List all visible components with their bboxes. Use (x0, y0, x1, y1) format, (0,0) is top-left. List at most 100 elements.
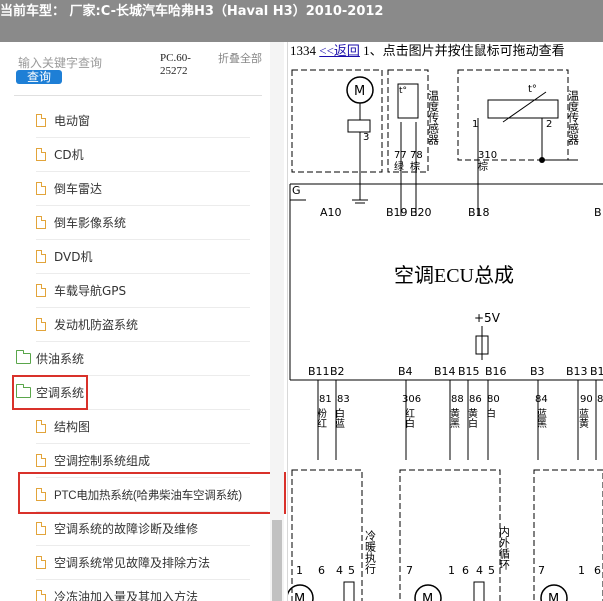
motor-label: M (354, 84, 365, 99)
tree-item[interactable]: CD机 (36, 138, 250, 172)
tree-item[interactable]: 冷冻油加入量及其加入方法 (36, 580, 250, 601)
document-icon (36, 114, 46, 127)
pin-label: B (594, 206, 602, 219)
drag-hint: 1、点击图片并按住鼠标可拖动查看 (363, 43, 565, 58)
wire-code: 84 (535, 394, 548, 405)
wire-color: 白 (484, 407, 495, 418)
potentiometer-icon (343, 581, 355, 601)
sensor-label: 温度传感器 (567, 90, 580, 146)
document-icon (36, 148, 46, 161)
wire-code: 81 (319, 394, 332, 405)
pin-label: B11 (308, 365, 330, 378)
wire-color: 蓝黄 (577, 408, 589, 429)
wiring-diagram[interactable]: M 3 t° 温度传感器 77 78 绿 棕 t° 1 2 310 棕 温度传感… (288, 60, 603, 601)
tree-folder-fuel-system[interactable]: 供油系统 (16, 342, 250, 376)
pin-number: 7 (406, 564, 413, 577)
motor-label: M (548, 592, 559, 601)
actuator-label: 内外循环 (498, 525, 511, 570)
pin-label: B18 (468, 206, 490, 219)
pin-number: 1 (578, 564, 585, 577)
pin-number: 6 (318, 564, 325, 577)
wire-code: 90 (580, 394, 593, 405)
scrollbar-track[interactable] (270, 42, 284, 601)
ecu-title: 空调ECU总成 (394, 264, 514, 287)
wire-color: 粉红 (315, 407, 327, 428)
pin-number: 1 (472, 119, 478, 130)
pin-number: 6 (462, 564, 469, 577)
pin-number: 1 (296, 564, 303, 577)
motor-label: M (422, 592, 433, 601)
window-title: 当前车型： 厂家:C-长城汽车哈弗H3（Haval H3）2010-2012 (0, 4, 384, 19)
document-icon (36, 250, 46, 263)
tree-item[interactable]: DVD机 (36, 240, 250, 274)
thermistor-symbol: t° (399, 86, 407, 96)
supply-label: +5V (474, 311, 501, 325)
connector (347, 119, 371, 133)
actuator-frame (533, 469, 603, 601)
wire-code: 80 (487, 394, 500, 405)
viewer-header: 1334 <<返回 1、点击图片并按住鼠标可拖动查看 (290, 42, 565, 60)
sidebar: 查询 PC.60-25272 折叠全部 电动窗 CD机 倒车雷达 倒车影像系统 … (0, 42, 288, 601)
wire-code: 77 (394, 150, 407, 161)
document-icon (36, 556, 46, 569)
tree-item[interactable]: 空调系统的故障诊断及维修 (36, 512, 250, 546)
window-titlebar: 当前车型： 厂家:C-长城汽车哈弗H3（Haval H3）2010-2012 (0, 0, 603, 42)
pin-label: B19 (386, 206, 408, 219)
thermistor-symbol: t° (528, 84, 537, 95)
pin-number: 4 (336, 564, 343, 577)
pin-number: 5 (348, 564, 355, 577)
tree-item[interactable]: 车载导航GPS (36, 274, 250, 308)
pin-number: 2 (546, 119, 552, 130)
document-icon (36, 522, 46, 535)
pin-label: B14 (434, 365, 456, 378)
document-icon (36, 454, 46, 467)
wire-code: 8 (597, 394, 603, 405)
wire-code: 86 (469, 394, 482, 405)
motor-label: M (294, 592, 305, 601)
pin-label: B16 (485, 365, 507, 378)
pin-label: B3 (530, 365, 545, 378)
page-number: 1334 (290, 43, 316, 58)
document-icon (36, 590, 46, 601)
pin-label: A10 (320, 206, 342, 219)
wire-color: 蓝黑 (535, 408, 547, 429)
pc-code: PC.60-25272 (160, 52, 191, 77)
tree-item[interactable]: 倒车影像系统 (36, 206, 250, 240)
tree-item[interactable]: 发动机防盗系统 (36, 308, 250, 342)
highlight-box-ac-system (12, 375, 88, 410)
sensor-label: 温度传感器 (427, 90, 440, 146)
pin-number: 1 (448, 564, 455, 577)
wire-code: 88 (451, 394, 464, 405)
scrollbar-thumb[interactable] (272, 520, 282, 601)
pin-label: B13 (566, 365, 588, 378)
diagram-viewer: 1334 <<返回 1、点击图片并按住鼠标可拖动查看 M 3 t° 温度传感器 … (288, 42, 603, 601)
pin-label: B2 (330, 365, 345, 378)
folder-icon (16, 350, 31, 364)
wire-code: 310 (478, 150, 497, 161)
document-icon (36, 318, 46, 331)
wire-color: 绿 (394, 160, 404, 173)
pin-label: B1 (590, 365, 603, 378)
wire-color: 黄白 (466, 407, 478, 428)
wire-code: 78 (410, 150, 423, 161)
document-icon (36, 182, 46, 195)
tree-item[interactable]: 空调系统常见故障及排除方法 (36, 546, 250, 580)
junction-dot (539, 157, 545, 163)
pin-number: 4 (476, 564, 483, 577)
tree-item[interactable]: 倒车雷达 (36, 172, 250, 206)
document-icon (36, 216, 46, 229)
tree-item[interactable]: 结构图 (36, 410, 250, 444)
pin-number: 6 (594, 564, 601, 577)
thermistor-icon (487, 99, 559, 119)
tree-item[interactable]: 电动窗 (36, 104, 250, 138)
ground-label: G (292, 184, 301, 197)
divider (14, 95, 262, 96)
collapse-all-button[interactable]: 折叠全部 (218, 52, 262, 65)
document-icon (36, 420, 46, 433)
wire-color: 棕 (410, 160, 420, 173)
wire-color: 黄黑 (448, 407, 460, 429)
search-button[interactable]: 查询 (16, 70, 62, 84)
wire-color: 白蓝 (333, 407, 345, 428)
pin-label: B15 (458, 365, 480, 378)
back-link[interactable]: <<返回 (319, 43, 360, 58)
